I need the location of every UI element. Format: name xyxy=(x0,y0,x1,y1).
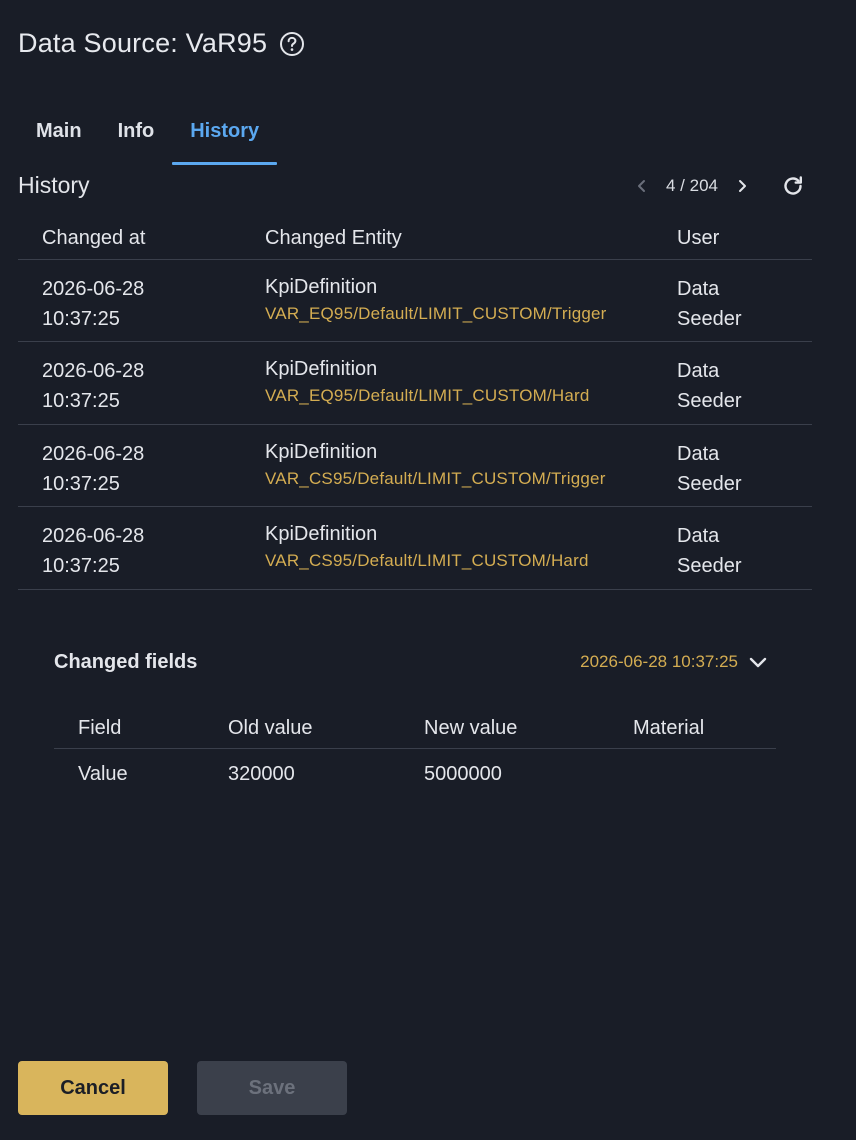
changed-date: 2026-06-28 xyxy=(42,525,145,547)
entity-type: KpiDefinition xyxy=(265,523,378,545)
help-circle-icon[interactable] xyxy=(279,31,305,57)
table-row: Value 320000 5000000 xyxy=(54,748,776,800)
column-header: Changed Entity xyxy=(241,218,671,260)
chevron-down-icon xyxy=(749,657,767,668)
table-row[interactable]: 2026-06-28 10:37:25 KpiDefinition VAR_EQ95… xyxy=(18,341,812,425)
column-header: Material xyxy=(609,710,776,749)
chevron-left-icon xyxy=(638,180,645,192)
column-header: New value xyxy=(400,710,609,749)
user-last: Seeder xyxy=(677,555,742,577)
changed-time: 10:37:25 xyxy=(42,390,120,412)
user-first: Data xyxy=(677,442,720,465)
table-row[interactable]: 2026-06-28 10:37:25 KpiDefinition VAR_EQ95… xyxy=(18,259,812,342)
entity-type: KpiDefinition xyxy=(265,358,378,380)
changed-at-cell: 2026-06-28 10:37:25 xyxy=(18,424,241,507)
column-header: Old value xyxy=(204,710,400,749)
tab-main[interactable]: Main xyxy=(18,104,100,165)
table-row[interactable]: 2026-06-28 10:37:25 KpiDefinition VAR_CS95… xyxy=(18,506,812,590)
changed-fields-header: Changed fields 2026-06-28 10:37:25 xyxy=(54,650,776,674)
changed-at-cell: 2026-06-28 10:37:25 xyxy=(18,341,241,425)
entity-path: VAR_CS95/Default/LIMIT_CUSTOM/Hard xyxy=(265,551,589,570)
entity-type: KpiDefinition xyxy=(265,440,378,463)
field-name-cell: Value xyxy=(78,762,128,785)
old-value-cell: 320000 xyxy=(228,762,295,785)
changed-date: 2026-06-28 xyxy=(42,442,145,465)
changed-time: 10:37:25 xyxy=(42,555,120,577)
page-title: Data Source: VaR95 xyxy=(18,28,268,58)
user-last: Seeder xyxy=(677,390,742,412)
user-first: Data xyxy=(677,525,720,547)
entity-cell: KpiDefinition VAR_CS95/Default/LIMIT_CUST… xyxy=(241,424,671,507)
entity-path: VAR_EQ95/Default/LIMIT_CUSTOM/Hard xyxy=(265,386,590,405)
table-row[interactable]: 2026-06-28 10:37:25 KpiDefinition VAR_CS95… xyxy=(18,424,812,507)
user-first: Data xyxy=(677,360,720,382)
changed-fields-table: Field Old value New value Material Value… xyxy=(54,710,776,800)
user-cell: Data Seeder xyxy=(671,506,812,590)
user-last: Seeder xyxy=(677,307,742,330)
tab-bar: Main Info History xyxy=(18,104,278,165)
fields-header-row: Field Old value New value Material xyxy=(54,710,776,749)
entity-cell: KpiDefinition VAR_EQ95/Default/LIMIT_CUST… xyxy=(241,259,671,342)
history-section-title: History xyxy=(18,172,90,198)
column-header: Changed at xyxy=(18,218,241,260)
entity-type: KpiDefinition xyxy=(265,275,378,298)
chevron-right-icon xyxy=(739,180,746,192)
changed-time: 10:37:25 xyxy=(42,472,120,495)
user-cell: Data Seeder xyxy=(671,424,812,507)
pager-prev-button[interactable] xyxy=(628,172,656,200)
history-pager: 4 / 204 xyxy=(628,172,808,200)
column-header: User xyxy=(671,218,812,260)
new-value-cell: 5000000 xyxy=(424,762,502,785)
entity-path: VAR_CS95/Default/LIMIT_CUSTOM/Trigger xyxy=(265,468,606,488)
user-last: Seeder xyxy=(677,472,742,495)
material-cell xyxy=(609,748,776,800)
changed-time: 10:37:25 xyxy=(42,307,120,330)
changed-at-cell: 2026-06-28 10:37:25 xyxy=(18,506,241,590)
refresh-button[interactable] xyxy=(778,171,808,201)
changed-date: 2026-06-28 xyxy=(42,360,145,382)
user-cell: Data Seeder xyxy=(671,259,812,342)
changed-date-value: 2026-06-28 10:37:25 xyxy=(580,652,738,671)
pager-count: 4 / 204 xyxy=(666,176,718,195)
refresh-icon xyxy=(784,176,802,195)
column-header: Field xyxy=(54,710,204,749)
changed-fields-title: Changed fields xyxy=(54,650,198,673)
entity-cell: KpiDefinition VAR_CS95/Default/LIMIT_CUST… xyxy=(241,506,671,590)
entity-cell: KpiDefinition VAR_EQ95/Default/LIMIT_CUST… xyxy=(241,341,671,425)
title-row: Data Source: VaR95 xyxy=(18,28,305,59)
tab-info[interactable]: Info xyxy=(100,104,173,165)
save-button[interactable]: Save xyxy=(197,1061,347,1115)
changed-date-dropdown[interactable]: 2026-06-28 10:37:25 xyxy=(580,650,776,674)
history-table: Changed at Changed Entity User 2026-06-2… xyxy=(18,218,812,590)
changed-at-cell: 2026-06-28 10:37:25 xyxy=(18,259,241,342)
pager-next-button[interactable] xyxy=(728,172,756,200)
cancel-button[interactable]: Cancel xyxy=(18,1061,168,1115)
tab-history[interactable]: History xyxy=(172,104,278,165)
user-first: Data xyxy=(677,277,720,300)
changed-date: 2026-06-28 xyxy=(42,277,145,300)
entity-path: VAR_EQ95/Default/LIMIT_CUSTOM/Trigger xyxy=(265,303,607,323)
user-cell: Data Seeder xyxy=(671,341,812,425)
history-header-row: Changed at Changed Entity User xyxy=(18,218,812,260)
